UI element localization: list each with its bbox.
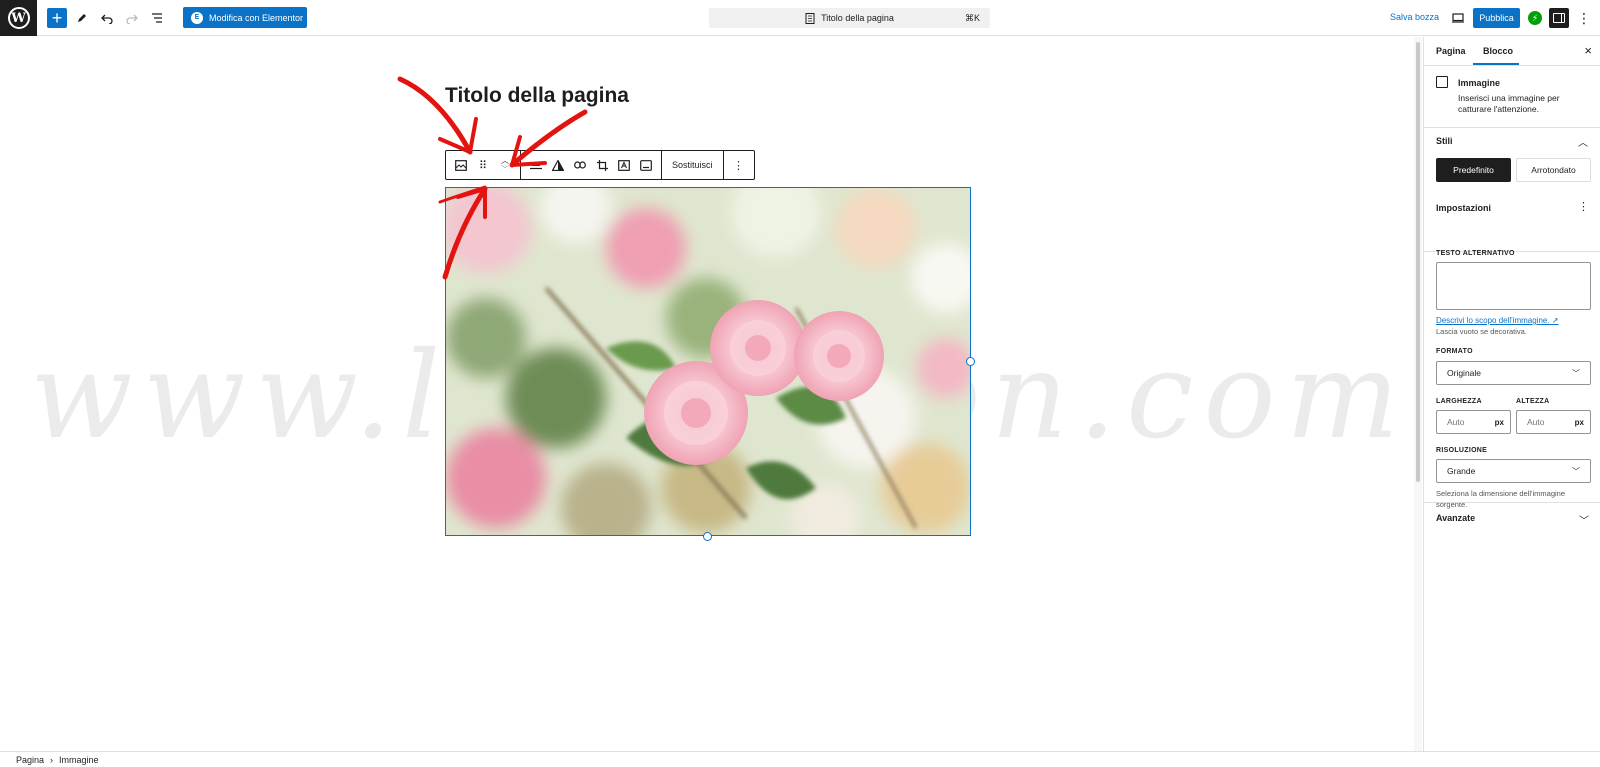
alt-text-field[interactable]: [1436, 262, 1591, 310]
block-toolbar: ⠿ ︿ ﹀ Sostituisci ⋮: [445, 150, 755, 180]
alt-text-help-link[interactable]: Descrivi lo scopo dell'immagine. ↗: [1436, 316, 1559, 325]
width-input[interactable]: Auto px: [1436, 410, 1511, 434]
more-group: ⋮: [724, 151, 754, 179]
width-label: LARGHEZZA: [1436, 398, 1482, 405]
editor-canvas: www.l...rcobon.com Titolo della pagina ⠿…: [0, 37, 1412, 751]
chevron-up-icon: ︿: [1578, 138, 1588, 149]
settings-sidebar-toggle[interactable]: [1549, 8, 1569, 28]
styles-heading: Stili: [1436, 136, 1453, 146]
styles-panel: Stili ︿ Predefinito Arrotondato Impostaz…: [1424, 128, 1600, 252]
breadcrumb-page[interactable]: Pagina: [16, 755, 44, 765]
close-icon[interactable]: ×: [1584, 43, 1592, 58]
crop-icon[interactable]: [591, 151, 613, 179]
drag-handle-icon[interactable]: ⠿: [472, 151, 494, 179]
style-rounded-button[interactable]: Arrotondato: [1516, 158, 1591, 182]
settings-panel-header: Impostazioni ⋮: [1424, 195, 1600, 215]
width-value: Auto: [1447, 417, 1465, 427]
tools-pencil-icon[interactable]: [72, 8, 92, 28]
height-value: Auto: [1527, 417, 1545, 427]
elementor-button-label: Modifica con Elementor: [209, 12, 304, 23]
settings-sidebar: Pagina Blocco × Immagine Inserisci una i…: [1423, 37, 1600, 751]
jetpack-icon[interactable]: ⚡: [1528, 11, 1542, 25]
width-unit[interactable]: px: [1495, 418, 1504, 427]
image-block-icon: [1436, 76, 1448, 88]
breadcrumb-image[interactable]: Immagine: [59, 755, 99, 765]
block-mover-group: ⠿ ︿ ﹀: [446, 151, 521, 179]
save-draft-button[interactable]: Salva bozza: [1390, 12, 1439, 22]
height-input[interactable]: Auto px: [1516, 410, 1591, 434]
publish-button[interactable]: Pubblica: [1473, 8, 1520, 28]
page-title[interactable]: Titolo della pagina: [445, 84, 629, 108]
image-block-icon[interactable]: [450, 151, 472, 179]
resolution-select[interactable]: Grande ﹀: [1436, 459, 1591, 483]
options-more-icon[interactable]: ⋮: [1574, 8, 1594, 28]
resolution-label: RISOLUZIONE: [1436, 447, 1488, 454]
command-palette-bar[interactable]: Titolo della pagina ⌘K: [709, 8, 990, 28]
chevron-down-icon: ﹀: [1572, 369, 1580, 378]
resolution-value: Grande: [1447, 466, 1476, 476]
tab-block[interactable]: Blocco: [1483, 46, 1513, 56]
top-toolbar: W + E Modifica con Elementor Titolo dell…: [0, 0, 1600, 36]
flower-photo: [446, 188, 970, 535]
resize-handle-bottom[interactable]: [703, 532, 712, 541]
block-controls-group: [521, 151, 662, 179]
document-overview-icon[interactable]: [147, 8, 167, 28]
format-select[interactable]: Originale ﹀: [1436, 361, 1591, 385]
command-shortcut: ⌘K: [964, 13, 980, 23]
active-tab-indicator: [1473, 63, 1519, 65]
add-block-button[interactable]: +: [47, 8, 67, 28]
format-label: FORMATO: [1436, 348, 1473, 355]
duotone-filter-icon[interactable]: [547, 151, 569, 179]
style-default-button[interactable]: Predefinito: [1436, 158, 1511, 182]
undo-icon[interactable]: [97, 8, 117, 28]
block-card: Immagine Inserisci una immagine per catt…: [1424, 66, 1600, 128]
document-title: Titolo della pagina: [821, 13, 894, 23]
text-over-image-icon[interactable]: [613, 151, 635, 179]
preview-desktop-icon[interactable]: [1448, 8, 1468, 28]
page-icon: [805, 12, 815, 24]
replace-button[interactable]: Sostituisci: [666, 151, 719, 179]
move-up-down-icon[interactable]: ︿ ﹀: [494, 151, 516, 179]
tab-page[interactable]: Pagina: [1436, 46, 1466, 56]
canvas-scrollbar[interactable]: [1414, 37, 1422, 751]
align-icon[interactable]: [525, 151, 547, 179]
resize-handle-right[interactable]: [966, 357, 975, 366]
wordpress-logo-button[interactable]: W: [0, 0, 37, 36]
advanced-panel-toggle[interactable]: Avanzate ﹀: [1424, 502, 1600, 532]
settings-heading: Impostazioni: [1436, 203, 1492, 213]
replace-group: Sostituisci: [662, 151, 724, 179]
chevron-right-icon: ›: [50, 754, 54, 765]
chevron-down-icon: ﹀: [1579, 516, 1589, 527]
sidebar-tabs: Pagina Blocco ×: [1424, 37, 1600, 66]
block-card-title: Immagine: [1458, 78, 1501, 88]
elementor-icon: E: [191, 11, 203, 24]
block-options-icon[interactable]: ⋮: [728, 151, 750, 179]
advanced-heading: Avanzate: [1436, 513, 1476, 523]
wordpress-logo-icon: W: [7, 7, 30, 29]
breadcrumb: Pagina › Immagine: [0, 751, 1600, 767]
block-card-description: Inserisci una immagine per catturare l'a…: [1458, 93, 1560, 114]
height-unit[interactable]: px: [1575, 418, 1584, 427]
chevron-down-icon: ﹀: [1572, 467, 1580, 476]
scrollbar-thumb[interactable]: [1416, 42, 1420, 482]
format-value: Originale: [1447, 368, 1482, 378]
styles-panel-toggle[interactable]: Stili ︿: [1424, 128, 1600, 149]
sidebar-icon: [1553, 13, 1565, 23]
height-label: ALTEZZA: [1516, 398, 1550, 405]
alt-text-label: TESTO ALTERNATIVO: [1436, 250, 1515, 257]
alt-text-help: Lascia vuoto se decorativa.: [1436, 327, 1527, 336]
edit-with-elementor-button[interactable]: E Modifica con Elementor: [183, 7, 307, 28]
redo-icon[interactable]: [122, 8, 142, 28]
caption-icon[interactable]: [635, 151, 657, 179]
settings-options-icon[interactable]: ⋮: [1578, 200, 1589, 213]
link-icon[interactable]: [569, 151, 591, 179]
image-block[interactable]: [445, 187, 971, 536]
